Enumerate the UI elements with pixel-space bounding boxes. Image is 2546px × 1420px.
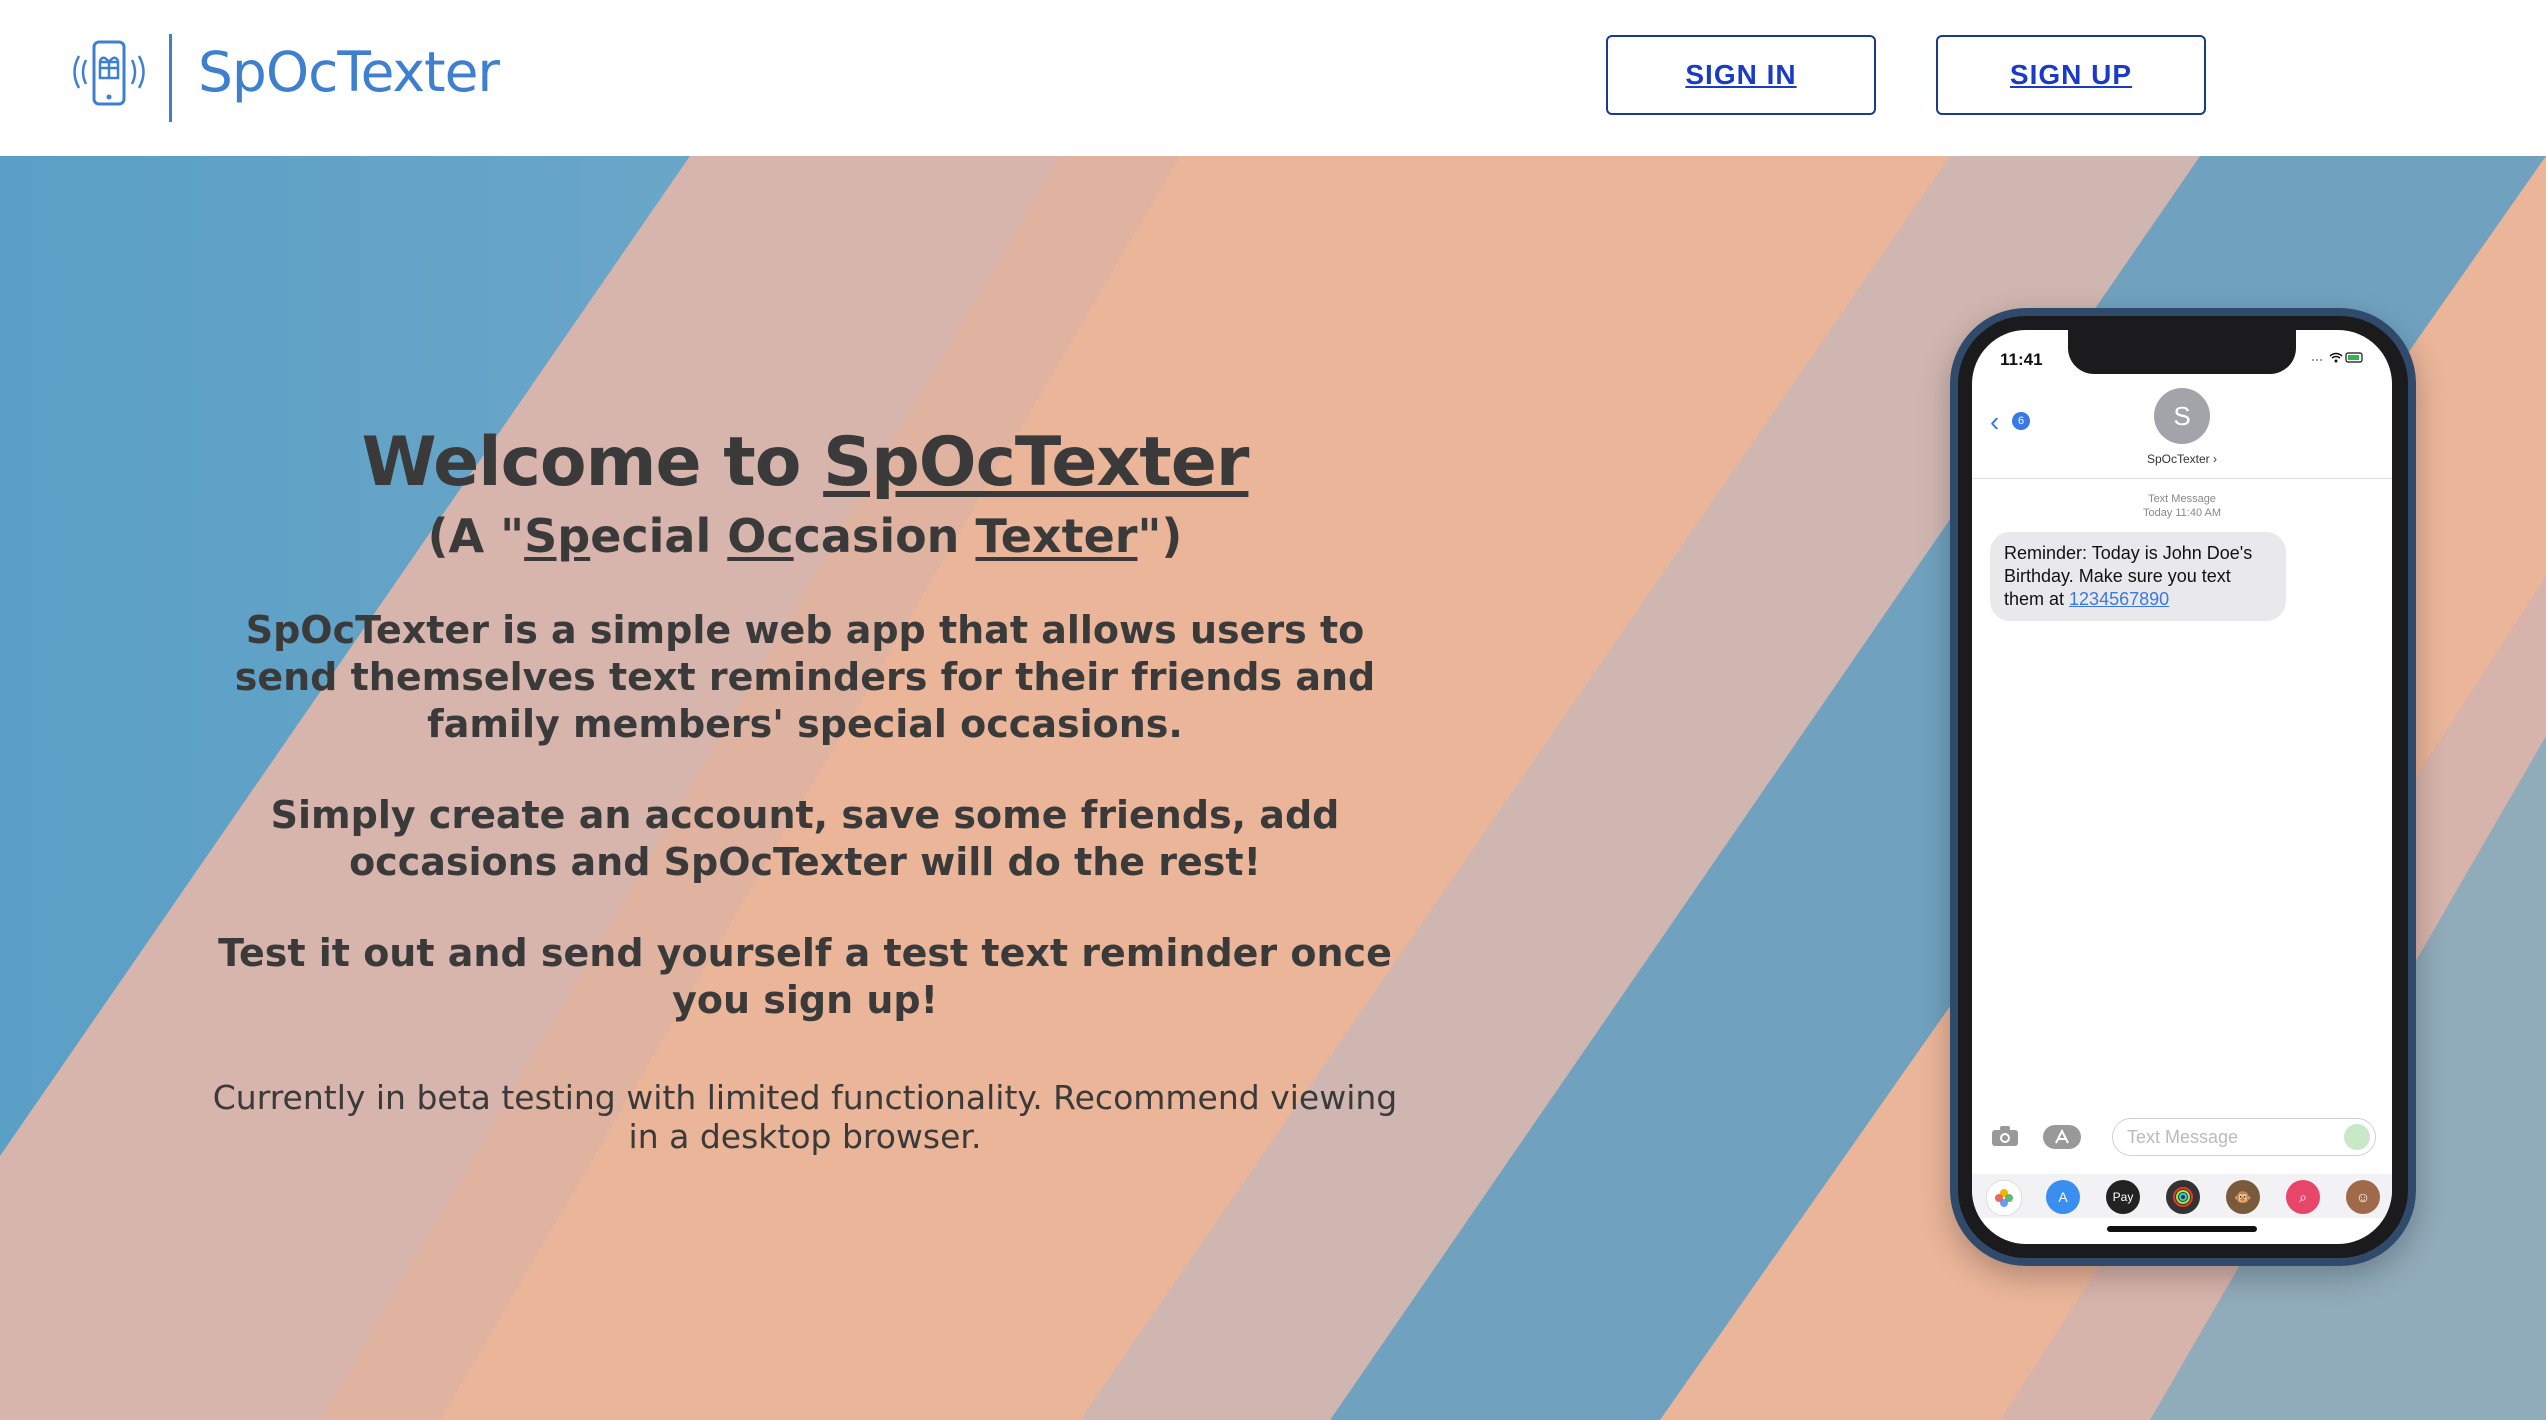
activity-icon[interactable]	[2166, 1180, 2200, 1214]
subtitle-open: (A "	[427, 508, 525, 563]
intro-content: Welcome to SpOcTexter (A "Special Occasi…	[200, 423, 1410, 1156]
signal-wifi-battery-icon	[2310, 350, 2366, 367]
hero-section: Welcome to SpOcTexter (A "Special Occasi…	[0, 156, 2546, 1420]
thread-divider	[1972, 478, 2392, 479]
apple-pay-label: Pay	[2112, 1190, 2134, 1204]
search-images-icon[interactable]: ⌕	[2286, 1180, 2320, 1214]
back-chevron-icon[interactable]: ‹	[1990, 406, 1999, 438]
subtitle-close: ")	[1137, 508, 1183, 563]
message-text-input[interactable]: Text Message	[2112, 1118, 2376, 1156]
phone-gift-logo-icon	[73, 40, 145, 106]
message-bubble: Reminder: Today is John Doe's Birthday. …	[1990, 532, 2286, 621]
contact-avatar[interactable]: S	[2154, 388, 2210, 444]
subtitle-sp: Sp	[524, 508, 591, 563]
memoji-icon[interactable]: ☺	[2346, 1180, 2380, 1214]
description-paragraph: SpOcTexter is a simple web app that allo…	[234, 607, 1376, 746]
imessage-apps-row: A Pay 🐵 ⌕ ☺	[1972, 1174, 2392, 1218]
phone-screen: 11:41 ‹ 6 S SpOcTexter › Text Message To…	[1972, 330, 2392, 1244]
phone-mockup: 11:41 ‹ 6 S SpOcTexter › Text Message To…	[1950, 308, 2416, 1266]
logo-divider	[169, 34, 172, 122]
sign-in-button[interactable]: SIGN IN	[1606, 35, 1876, 115]
site-header: SpOcTexter SIGN IN SIGN UP	[0, 0, 2546, 156]
call-to-action-paragraph: Test it out and send yourself a test tex…	[218, 930, 1392, 1022]
apple-pay-icon[interactable]: Pay	[2106, 1180, 2140, 1214]
send-arrow-icon[interactable]	[2344, 1124, 2370, 1150]
home-indicator	[2107, 1226, 2257, 1232]
message-input-row: Text Message	[1972, 1116, 2392, 1162]
message-type-label: Text Message	[2148, 493, 2216, 505]
subtitle-texter: Texter	[975, 508, 1138, 563]
welcome-brand: SpOcTexter	[823, 423, 1249, 502]
sign-up-button[interactable]: SIGN UP	[1936, 35, 2206, 115]
phone-number-link[interactable]: 1234567890	[2069, 589, 2169, 609]
instructions-paragraph: Simply create an account, save some frie…	[270, 792, 1340, 884]
unread-count-badge: 6	[2012, 412, 2030, 430]
camera-icon[interactable]	[1990, 1124, 2020, 1155]
photos-app-icon[interactable]	[1986, 1180, 2022, 1216]
logo-text[interactable]: SpOcTexter	[198, 40, 500, 104]
app-store-icon[interactable]	[2042, 1124, 2082, 1157]
app-store-app-icon[interactable]: A	[2046, 1180, 2080, 1214]
subtitle-oc: Oc	[727, 508, 794, 563]
memoji-monkey-icon[interactable]: 🐵	[2226, 1180, 2260, 1214]
welcome-prefix: Welcome to	[361, 423, 824, 502]
beta-note: Currently in beta testing with limited f…	[212, 1077, 1398, 1156]
status-time: 11:41	[2000, 350, 2043, 369]
phone-notch	[2068, 330, 2296, 374]
message-timestamp: Today 11:40 AM	[2142, 507, 2222, 519]
subtitle: (A "Special Occasion Texter")	[200, 509, 1410, 563]
subtitle-ecial: ecial	[590, 508, 728, 563]
contact-name[interactable]: SpOcTexter ›	[1972, 452, 2392, 466]
welcome-heading: Welcome to SpOcTexter	[200, 423, 1410, 502]
subtitle-casion: casion	[793, 508, 976, 563]
